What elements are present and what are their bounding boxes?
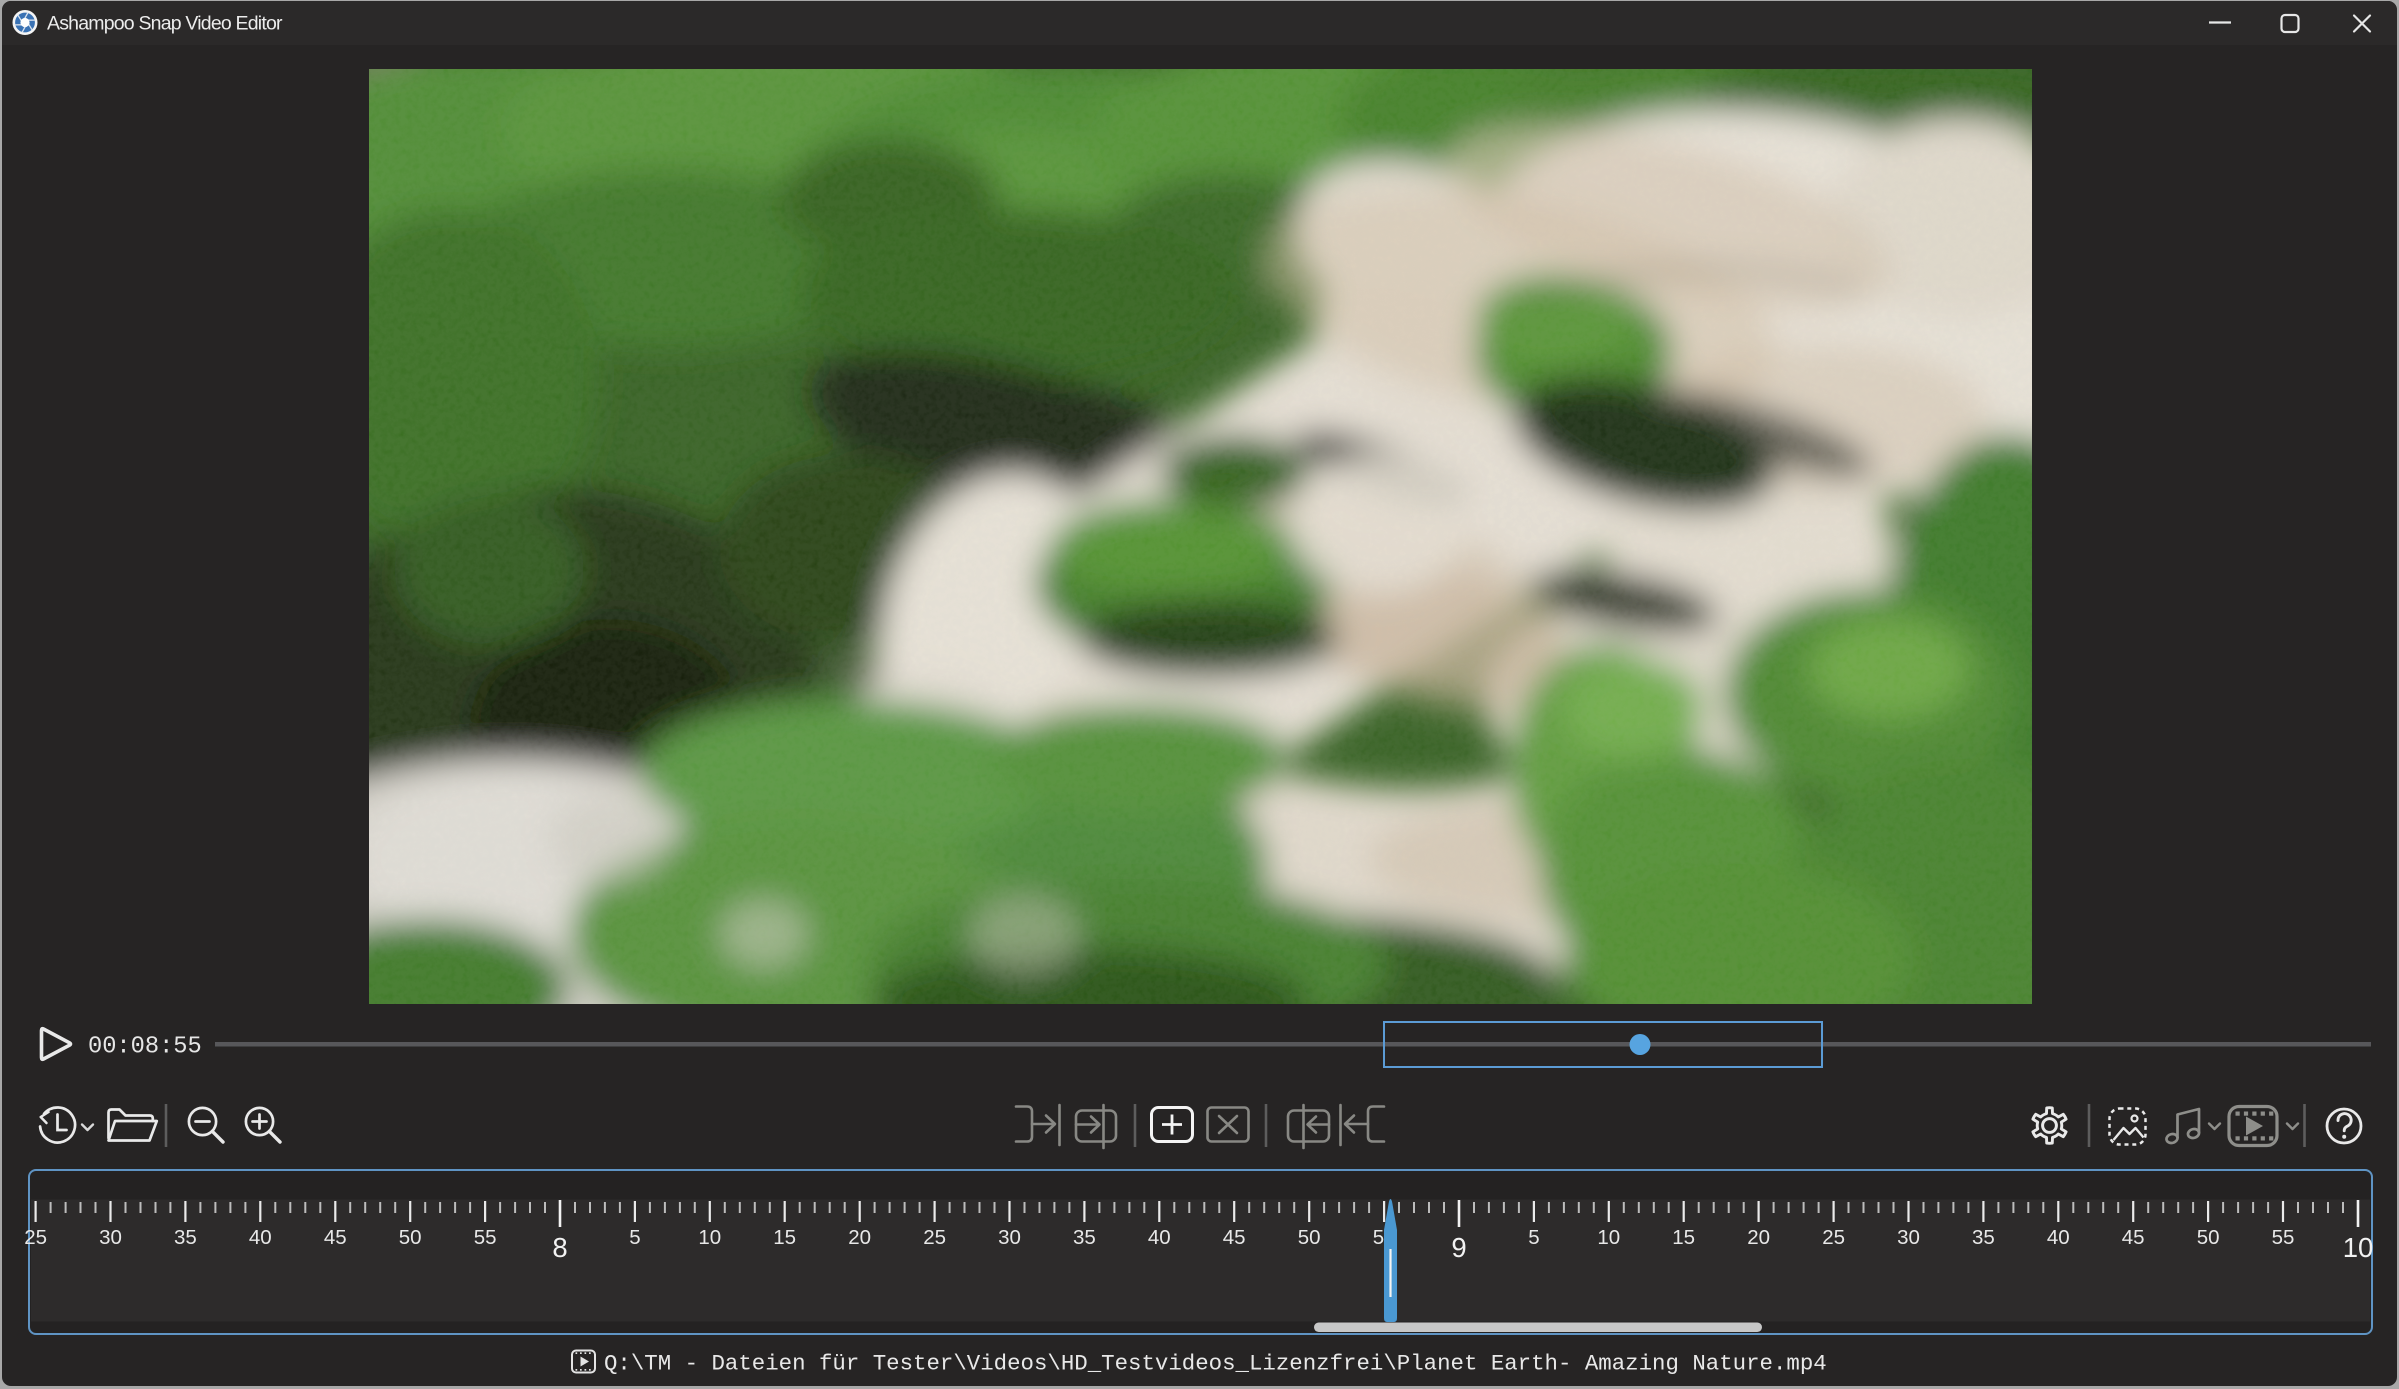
svg-text:50: 50	[399, 1226, 422, 1249]
svg-text:40: 40	[2047, 1226, 2070, 1249]
svg-text:10: 10	[1597, 1226, 1620, 1249]
svg-text:Ashampoo Snap Video Editor: Ashampoo Snap Video Editor	[47, 13, 283, 35]
svg-text:25: 25	[1822, 1226, 1845, 1249]
svg-text:35: 35	[1073, 1226, 1096, 1249]
svg-text:15: 15	[773, 1226, 796, 1249]
svg-text:25: 25	[923, 1226, 946, 1249]
svg-text:35: 35	[1972, 1226, 1995, 1249]
svg-text:40: 40	[1148, 1226, 1171, 1249]
svg-text:5: 5	[629, 1226, 640, 1249]
svg-text:20: 20	[1747, 1226, 1770, 1249]
svg-text:45: 45	[2122, 1226, 2145, 1249]
svg-text:10: 10	[2343, 1232, 2374, 1263]
svg-text:15: 15	[1672, 1226, 1695, 1249]
svg-text:5: 5	[1528, 1226, 1539, 1249]
svg-text:25: 25	[24, 1226, 47, 1249]
svg-text:9: 9	[1451, 1232, 1466, 1263]
svg-text:Q:\TM - Dateien für Tester\Vid: Q:\TM - Dateien für Tester\Videos\HD_Tes…	[604, 1351, 1827, 1377]
svg-text:30: 30	[1897, 1226, 1920, 1249]
svg-text:50: 50	[2197, 1226, 2220, 1249]
svg-text:40: 40	[249, 1226, 272, 1249]
svg-text:00:08:55: 00:08:55	[88, 1034, 202, 1061]
svg-text:50: 50	[1298, 1226, 1321, 1249]
svg-text:35: 35	[174, 1226, 197, 1249]
svg-text:55: 55	[474, 1226, 497, 1249]
svg-text:20: 20	[848, 1226, 871, 1249]
svg-text:55: 55	[2272, 1226, 2295, 1249]
svg-text:10: 10	[698, 1226, 721, 1249]
svg-text:8: 8	[552, 1232, 567, 1263]
svg-text:30: 30	[998, 1226, 1021, 1249]
svg-text:45: 45	[1223, 1226, 1246, 1249]
svg-text:30: 30	[99, 1226, 122, 1249]
svg-text:45: 45	[324, 1226, 347, 1249]
